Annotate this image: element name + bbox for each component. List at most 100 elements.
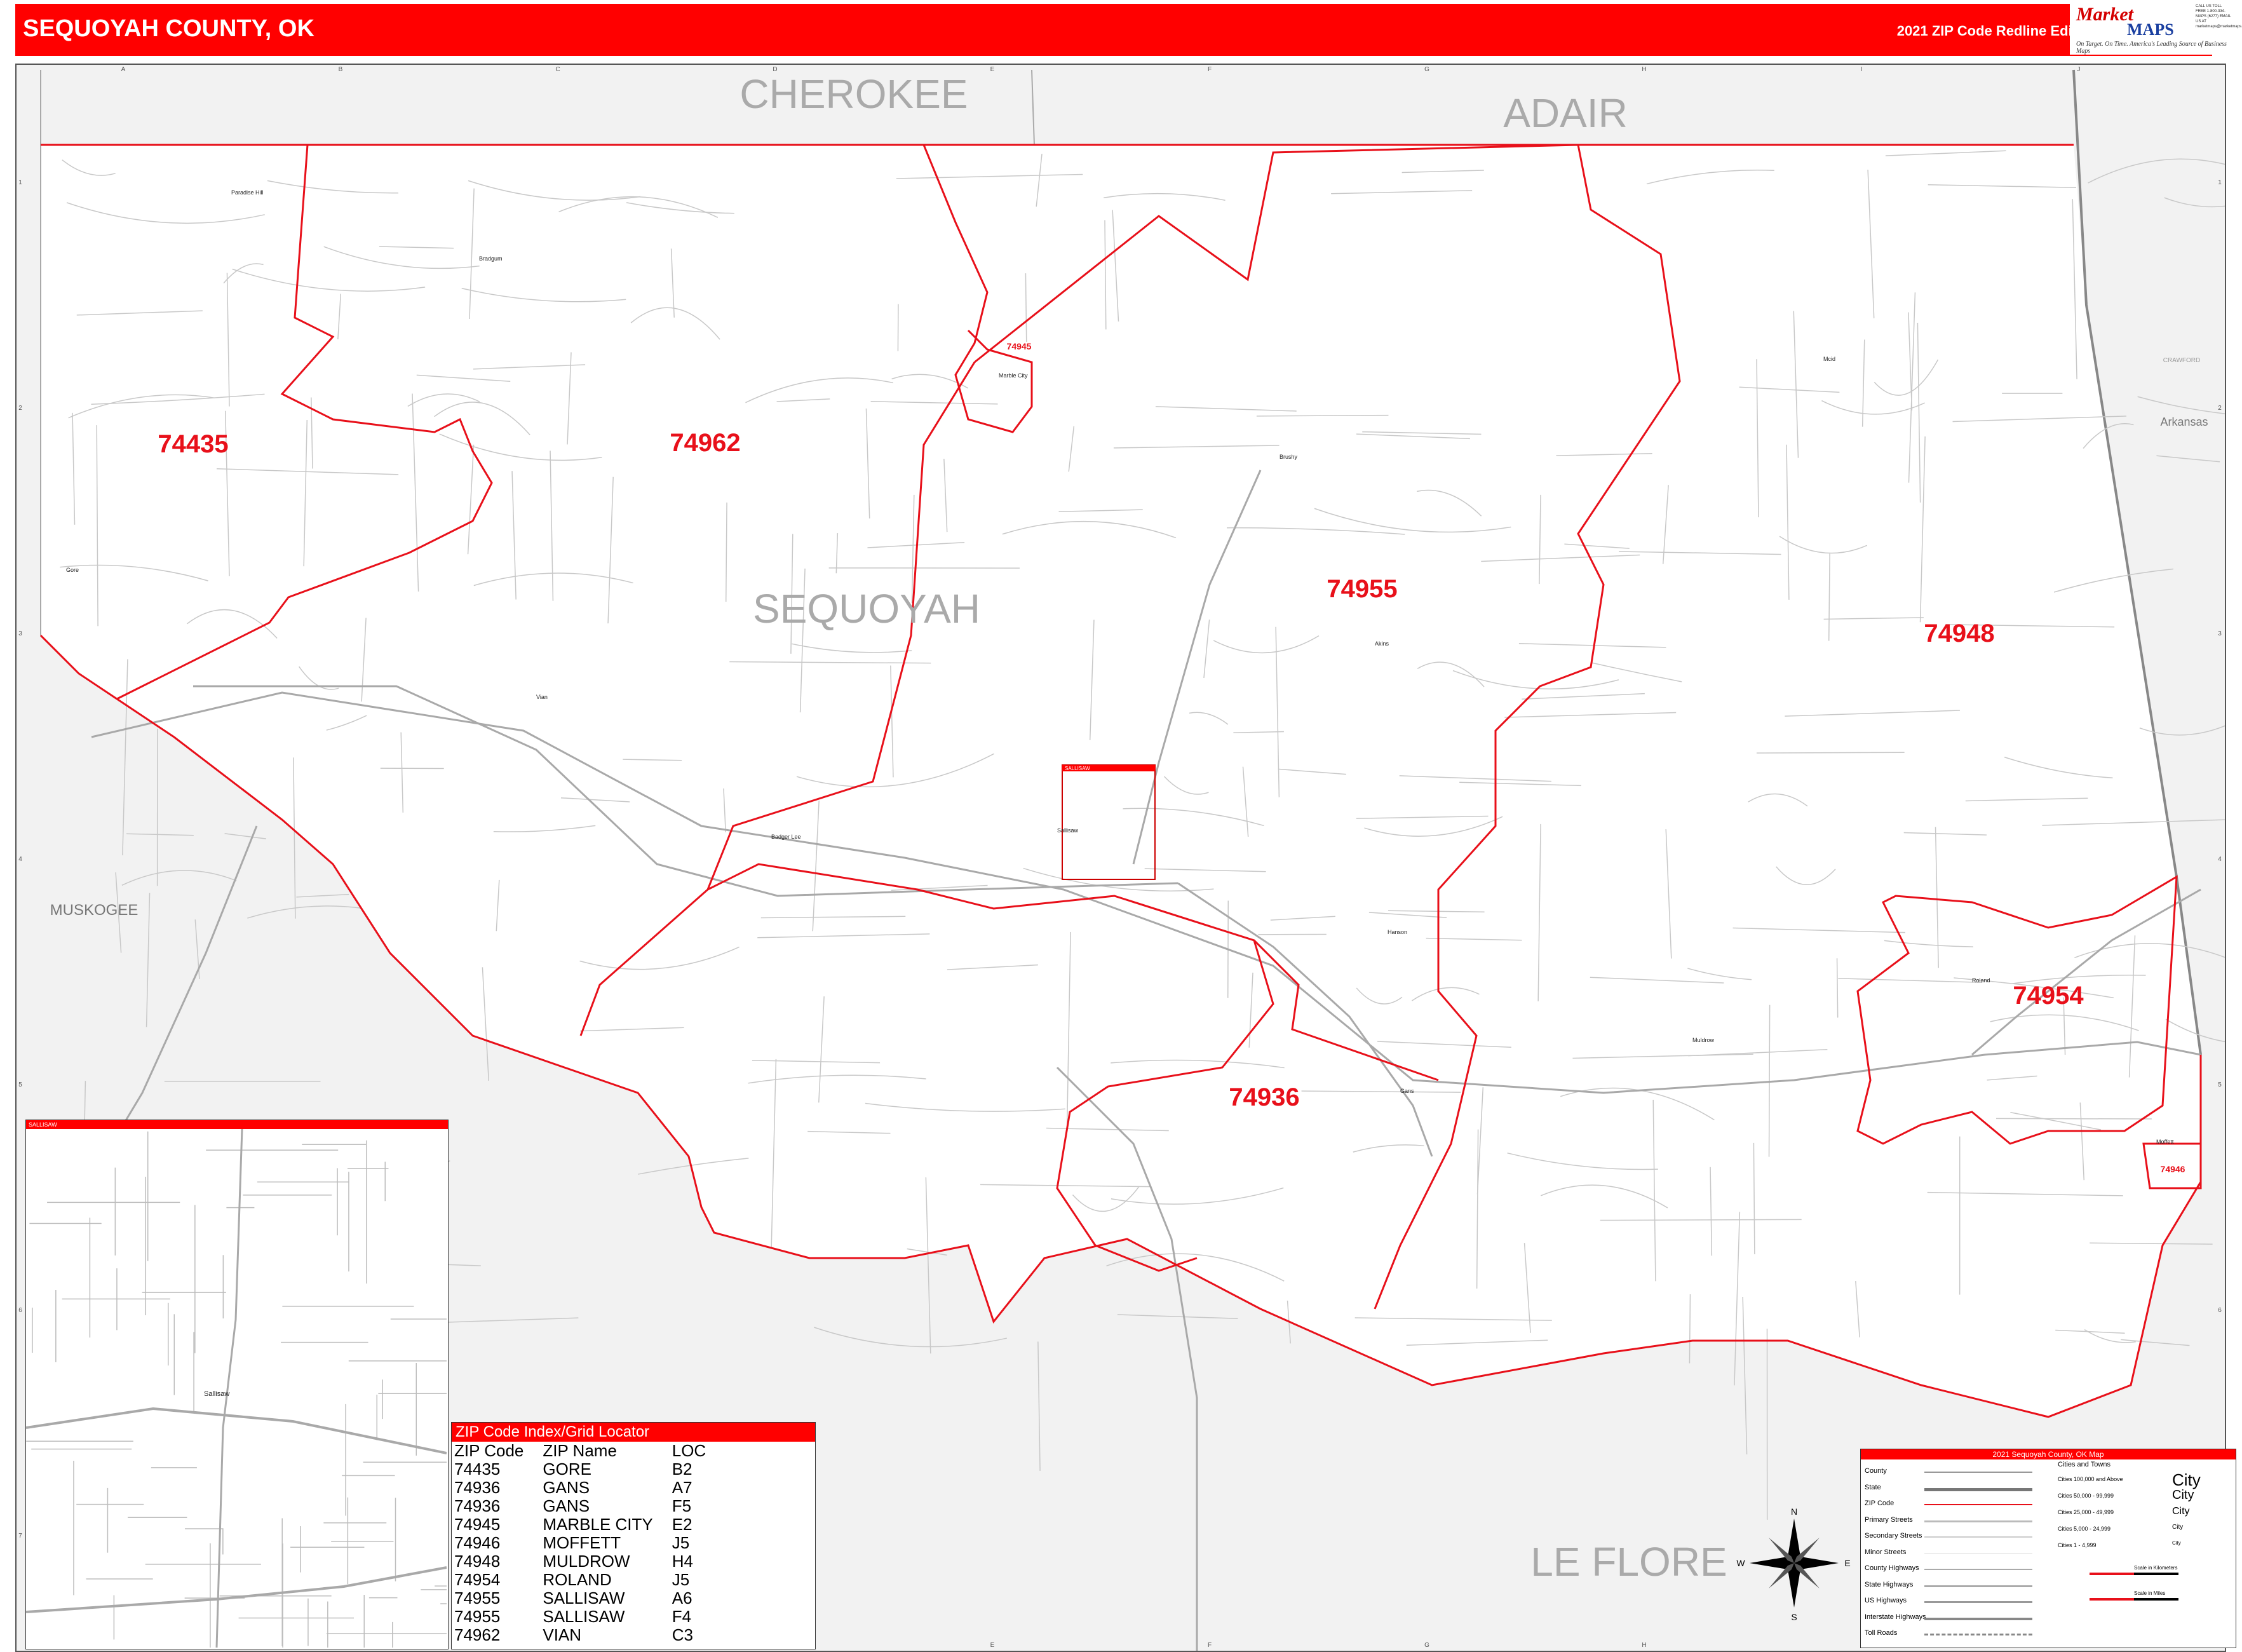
zip-index-zip-code: 74955 xyxy=(454,1588,501,1608)
legend-item-label: ZIP Code xyxy=(1865,1500,1894,1507)
road xyxy=(1996,1118,2152,1120)
legend-line-swatch xyxy=(1924,1504,2032,1505)
zip-label-74955[interactable]: 74955 xyxy=(1327,575,1397,603)
zip-index-zip-name: GORE xyxy=(543,1459,591,1479)
zip-index-row: 74945 MARBLE CITY E2 xyxy=(454,1515,725,1534)
legend-item-label: US Highways xyxy=(1865,1597,1907,1604)
zip-label-74948[interactable]: 74948 xyxy=(1924,620,1994,647)
city-hanson: Hanson xyxy=(1388,929,1407,935)
compass-s: S xyxy=(1791,1612,1797,1622)
logo-line1: Market xyxy=(2076,4,2133,25)
zip-label-74945[interactable]: 74945 xyxy=(1007,341,1032,351)
grid-column-label: G xyxy=(1424,1642,1429,1649)
city-akins: Akins xyxy=(1375,640,1389,647)
zip-index-loc: A7 xyxy=(672,1478,692,1497)
zip-index-zip-code: 74945 xyxy=(454,1515,501,1534)
zip-index-zip-code: 74936 xyxy=(454,1478,501,1497)
sallisaw-inset-panel[interactable]: SALLISAW Sallisaw xyxy=(25,1120,540,1652)
legend-city-sample: City xyxy=(2172,1540,2181,1547)
zip-index-row: 74936 GANS F5 xyxy=(454,1497,725,1515)
zip-label-74962[interactable]: 74962 xyxy=(670,429,740,457)
city-muldrow: Muldrow xyxy=(1692,1037,1715,1043)
grid-row-label: 2 xyxy=(2218,405,2222,412)
grid-column-label: J xyxy=(2077,66,2081,73)
city-marble-city: Marble City xyxy=(999,372,1028,379)
legend-line-swatch xyxy=(1924,1487,2032,1491)
zip-index-zip-name: SALLISAW xyxy=(543,1588,625,1608)
grid-row-label: 3 xyxy=(2218,630,2222,637)
inset-locator-label: SALLISAW xyxy=(1065,766,1090,771)
zip-label-74954[interactable]: 74954 xyxy=(2013,982,2084,1010)
edition-label: 2021 ZIP Code Redline Edition xyxy=(1896,23,2098,39)
compass-e: E xyxy=(1844,1558,1850,1568)
legend-line-swatch xyxy=(1924,1569,2032,1570)
county-label-leflore: LE FLORE xyxy=(1530,1539,1727,1585)
zip-index-zip-code: 74936 xyxy=(454,1496,501,1515)
grid-column-label: F xyxy=(1208,66,1212,73)
map-legend-panel: 2021 Sequoyah County, OK Map County State… xyxy=(1860,1449,2236,1648)
inset-title: SALLISAW xyxy=(26,1120,448,1129)
zip-index-zip-code: 74962 xyxy=(454,1625,501,1644)
zip-index-table: ZIP Code ZIP Name LOC 74435 GORE B2 74936 GA… xyxy=(454,1442,725,1644)
county-label-crawford: CRAWFORD xyxy=(2163,357,2201,364)
inset-interstate-40 xyxy=(25,1566,447,1613)
legend-scale-bar xyxy=(2090,1573,2178,1575)
col-zip-name: ZIP Name xyxy=(543,1441,617,1460)
zip-index-zip-name: VIAN xyxy=(543,1625,582,1644)
zip-index-loc: E2 xyxy=(672,1515,692,1534)
legend-line-swatch xyxy=(1924,1552,2032,1554)
grid-column-label: G xyxy=(1424,66,1429,73)
legend-title: 2021 Sequoyah County, OK Map xyxy=(1861,1449,2236,1459)
city-brushy: Brushy xyxy=(1280,454,1298,460)
zip-index-row: 74946 MOFFETT J5 xyxy=(454,1534,725,1552)
zip-index-loc: B2 xyxy=(672,1459,692,1479)
legend-item-label: Toll Roads xyxy=(1865,1629,1898,1637)
grid-row-label: 6 xyxy=(2218,1307,2222,1314)
inset-city-sallisaw: Sallisaw xyxy=(204,1390,229,1398)
road xyxy=(1689,1294,1691,1364)
zip-index-zip-name: MARBLE CITY xyxy=(543,1515,653,1534)
legend-line-swatch xyxy=(1924,1634,2032,1635)
zip-index-row: 74955 SALLISAW A6 xyxy=(454,1589,725,1608)
grid-row-label: 4 xyxy=(18,856,22,863)
zip-index-zip-code: 74435 xyxy=(454,1459,501,1479)
city-bradgum: Bradgum xyxy=(479,255,503,262)
zip-index-zip-name: MULDROW xyxy=(543,1552,630,1571)
city-sallisaw: Sallisaw xyxy=(1057,827,1079,834)
grid-column-label: F xyxy=(1208,1642,1212,1649)
zip-index-zip-name: ROLAND xyxy=(543,1570,612,1589)
zip-label-74946[interactable]: 74946 xyxy=(2161,1164,2185,1174)
col-loc: LOC xyxy=(672,1441,706,1460)
city-vian: Vian xyxy=(536,694,548,700)
grid-row-label: 3 xyxy=(18,630,22,637)
city-gans: Gans xyxy=(1400,1088,1414,1094)
city-badger-lee: Badger Lee xyxy=(771,834,801,840)
legend-item-label: Secondary Streets xyxy=(1865,1532,1922,1540)
grid-column-label: E xyxy=(990,66,995,73)
zip-label-74435[interactable]: 74435 xyxy=(158,430,228,458)
zip-index-zip-code: 74955 xyxy=(454,1607,501,1626)
zip-index-loc: A6 xyxy=(672,1588,692,1608)
grid-column-label: I xyxy=(1861,66,1863,73)
inset-highway-64 xyxy=(25,1407,447,1454)
zip-index-row: 74962 VIAN C3 xyxy=(454,1626,725,1644)
zip-index-loc: C3 xyxy=(672,1625,693,1644)
legend-line-swatch xyxy=(1924,1585,2032,1587)
legend-city-class: Cities 5,000 - 24,999 xyxy=(2058,1526,2111,1532)
grid-row-label: 5 xyxy=(2218,1081,2222,1088)
legend-city-sample: City xyxy=(2172,1488,2194,1503)
logo-tagline: On Target. On Time. America's Leading So… xyxy=(2076,41,2227,55)
header-bar: SEQUOYAH COUNTY, OK 2021 ZIP Code Redlin… xyxy=(15,4,2212,56)
zip-label-74936[interactable]: 74936 xyxy=(1229,1083,1299,1111)
zip-index-zip-name: GANS xyxy=(543,1496,590,1515)
zip-index-zip-name: SALLISAW xyxy=(543,1607,625,1626)
inset-highway-59 xyxy=(215,1128,243,1648)
zip-index-row: 74948 MULDROW H4 xyxy=(454,1552,725,1571)
zip-index-loc: F5 xyxy=(672,1496,692,1515)
zip-index-loc: H4 xyxy=(672,1552,693,1571)
map-title: SEQUOYAH COUNTY, OK xyxy=(23,15,314,42)
city-paradise-hill: Paradise Hill xyxy=(231,189,264,196)
legend-line-swatch xyxy=(1924,1472,2032,1473)
zip-index-header-row: ZIP Code ZIP Name LOC xyxy=(454,1442,725,1460)
grid-column-label: B xyxy=(339,66,343,73)
